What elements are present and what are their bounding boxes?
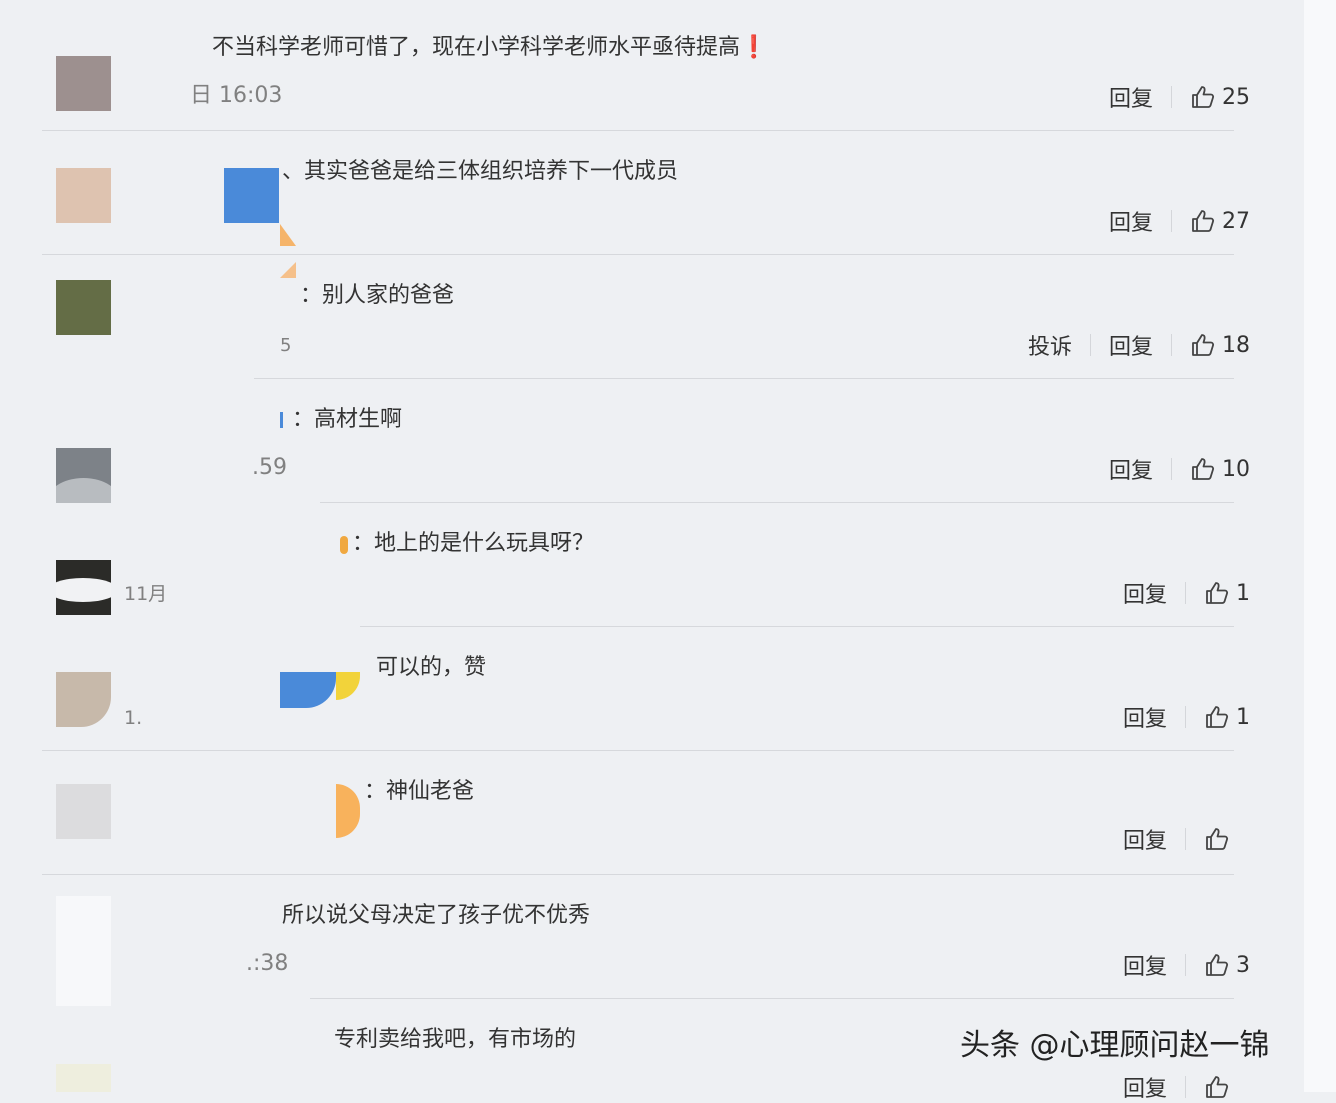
comment-time: 1. bbox=[124, 707, 143, 729]
comment-item: 可以的，赞 1. 回复 1 bbox=[0, 620, 1300, 751]
comment-time: 日 16:03 bbox=[190, 83, 283, 108]
thumbs-up-icon bbox=[1192, 334, 1215, 356]
like-count: 1 bbox=[1236, 580, 1250, 606]
scroll-gutter bbox=[1304, 0, 1336, 1092]
comment-text: 专利卖给我吧，有市场的 bbox=[334, 1027, 577, 1052]
comment-actions: 回复 bbox=[1123, 1072, 1230, 1102]
reply-button[interactable]: 回复 bbox=[1123, 577, 1167, 609]
like-count: 10 bbox=[1222, 456, 1250, 482]
comment-time: .59 bbox=[252, 455, 287, 480]
avatar[interactable] bbox=[56, 672, 111, 727]
avatar[interactable] bbox=[56, 896, 111, 1006]
like-button[interactable]: 1 bbox=[1204, 580, 1250, 606]
avatar[interactable] bbox=[56, 560, 111, 615]
report-button[interactable]: 投诉 bbox=[1028, 329, 1072, 361]
emoji-fragment bbox=[336, 672, 360, 700]
comment-time: 11月 bbox=[124, 583, 168, 605]
comment-text: ：神仙老爸 bbox=[364, 779, 475, 804]
like-count: 27 bbox=[1222, 208, 1250, 234]
avatar[interactable] bbox=[56, 280, 111, 335]
blurred-username-patch bbox=[280, 672, 336, 708]
thumbs-up-icon bbox=[1206, 706, 1229, 728]
action-separator bbox=[1171, 458, 1172, 480]
avatar[interactable] bbox=[56, 448, 111, 503]
comment-text: ：别人家的爸爸 bbox=[300, 283, 455, 308]
comment-actions: 回复 bbox=[1123, 824, 1230, 854]
like-button[interactable]: 25 bbox=[1190, 84, 1250, 110]
like-button[interactable]: 1 bbox=[1204, 704, 1250, 730]
thumbs-up-icon bbox=[1192, 86, 1215, 108]
comment-text: 、其实爸爸是给三体组织培养下一代成员 bbox=[282, 159, 679, 184]
action-separator bbox=[1185, 954, 1186, 976]
like-button[interactable]: 18 bbox=[1190, 332, 1250, 358]
action-separator bbox=[1185, 1076, 1186, 1098]
comment-actions: 回复 1 bbox=[1123, 701, 1250, 733]
thumbs-up-icon bbox=[1192, 210, 1215, 232]
comment-text: ：地上的是什么玩具呀？ bbox=[352, 531, 595, 556]
comment-text: ：高材生啊 bbox=[292, 407, 403, 432]
action-separator bbox=[1089, 334, 1091, 356]
comment-time: 5 bbox=[280, 335, 292, 356]
emoji-fragment bbox=[280, 224, 296, 246]
comment-text: 不当科学老师可惜了，现在小学科学老师水平亟待提高❗ bbox=[212, 35, 768, 60]
comment-actions: 回复 3 bbox=[1123, 949, 1250, 981]
like-button[interactable]: 27 bbox=[1190, 208, 1250, 234]
reply-button[interactable]: 回复 bbox=[1109, 81, 1153, 113]
thumbs-up-icon bbox=[1192, 458, 1215, 480]
comment-item: 、其实爸爸是给三体组织培养下一代成员 回复 27 bbox=[0, 124, 1300, 255]
action-separator bbox=[1171, 334, 1172, 356]
comment-actions: 回复 10 bbox=[1109, 453, 1250, 485]
emoji-fragment bbox=[336, 784, 360, 838]
comment-actions: 投诉 回复 18 bbox=[1028, 329, 1250, 361]
comment-item: ：神仙老爸 回复 bbox=[0, 744, 1300, 875]
comment-item: ：高材生啊 .59 回复 10 bbox=[0, 372, 1300, 503]
thumbs-up-icon bbox=[1206, 954, 1229, 976]
avatar[interactable] bbox=[56, 168, 111, 223]
thumbs-up-icon bbox=[1206, 1076, 1229, 1098]
blurred-username-patch bbox=[224, 168, 279, 223]
reply-button[interactable]: 回复 bbox=[1109, 329, 1153, 361]
like-count: 1 bbox=[1236, 704, 1250, 730]
comment-item: 不当科学老师可惜了，现在小学科学老师水平亟待提高❗ 日 16:03 回复 25 bbox=[0, 0, 1300, 131]
action-separator bbox=[1171, 210, 1172, 232]
like-button[interactable]: 10 bbox=[1190, 456, 1250, 482]
avatar[interactable] bbox=[56, 1064, 111, 1092]
reply-button[interactable]: 回复 bbox=[1123, 1071, 1167, 1103]
like-button[interactable]: 3 bbox=[1204, 952, 1250, 978]
emoji-fragment bbox=[280, 412, 283, 428]
comment-item: 所以说父母决定了孩子优不优秀 .:38 回复 3 bbox=[0, 868, 1300, 1006]
comment-item: ：别人家的爸爸 5 投诉 回复 18 bbox=[0, 248, 1300, 379]
like-count: 25 bbox=[1222, 84, 1250, 110]
like-count: 18 bbox=[1222, 332, 1250, 358]
comment-time: .:38 bbox=[246, 951, 289, 976]
reply-button[interactable]: 回复 bbox=[1123, 949, 1167, 981]
like-count: 3 bbox=[1236, 952, 1250, 978]
thumbs-up-icon bbox=[1206, 582, 1229, 604]
avatar[interactable] bbox=[56, 56, 111, 111]
emoji-fragment bbox=[280, 262, 296, 278]
emoji-fragment bbox=[340, 536, 348, 554]
comment-text: 可以的，赞 bbox=[376, 655, 487, 680]
reply-button[interactable]: 回复 bbox=[1123, 823, 1167, 855]
comment-actions: 回复 27 bbox=[1109, 205, 1250, 237]
action-separator bbox=[1185, 582, 1186, 604]
comment-text: 所以说父母决定了孩子优不优秀 bbox=[282, 903, 591, 928]
comment-actions: 回复 1 bbox=[1123, 577, 1250, 609]
comment-actions: 回复 25 bbox=[1109, 81, 1250, 113]
like-button[interactable] bbox=[1204, 826, 1230, 852]
action-separator bbox=[1185, 706, 1186, 728]
reply-button[interactable]: 回复 bbox=[1109, 453, 1153, 485]
comment-item: ：地上的是什么玩具呀？ 11月 回复 1 bbox=[0, 496, 1300, 627]
reply-button[interactable]: 回复 bbox=[1123, 701, 1167, 733]
thumbs-up-icon bbox=[1206, 828, 1229, 850]
action-separator bbox=[1171, 86, 1172, 108]
avatar[interactable] bbox=[56, 784, 111, 839]
reply-button[interactable]: 回复 bbox=[1109, 205, 1153, 237]
watermark: 头条 @心理顾问赵一锦 bbox=[960, 1028, 1270, 1063]
action-separator bbox=[1185, 828, 1186, 850]
like-button[interactable] bbox=[1204, 1074, 1230, 1100]
comment-list: 不当科学老师可惜了，现在小学科学老师水平亟待提高❗ 日 16:03 回复 25 … bbox=[0, 0, 1336, 1102]
